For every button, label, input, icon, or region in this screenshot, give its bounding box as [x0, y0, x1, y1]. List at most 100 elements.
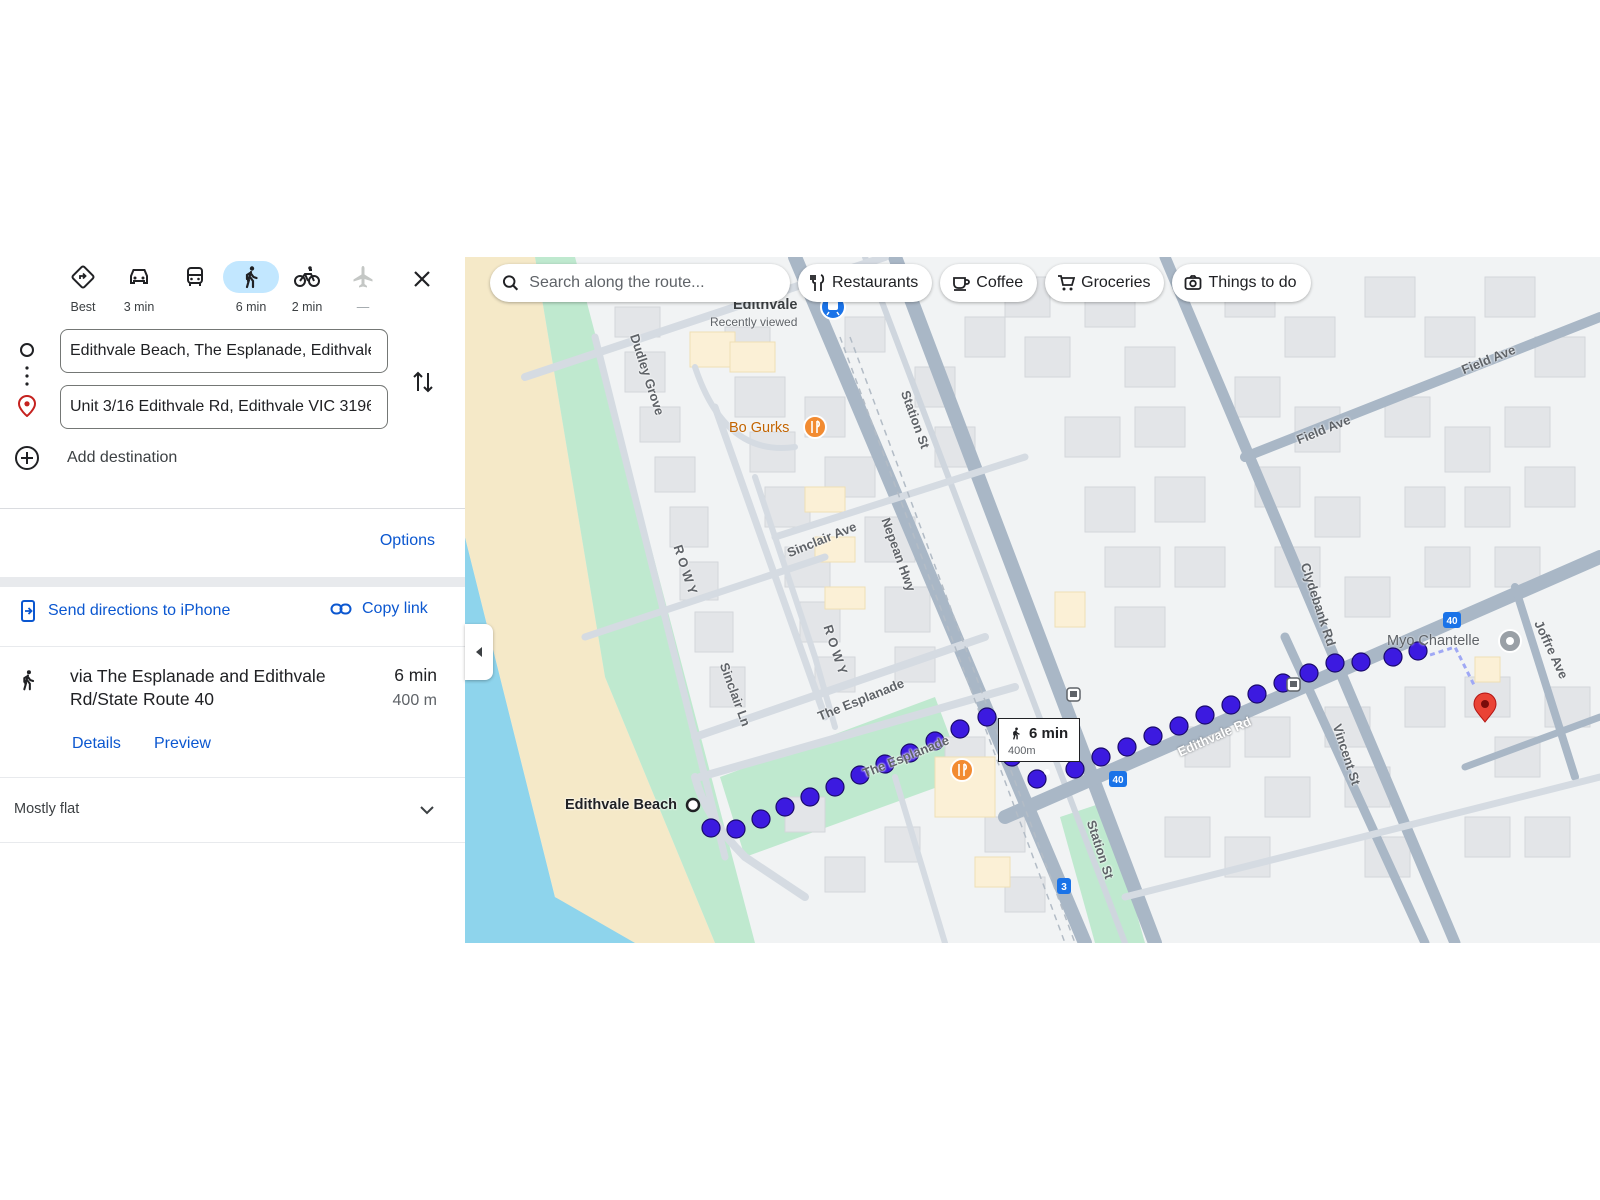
send-directions-label: Send directions to iPhone [48, 602, 231, 619]
route-dots-icon [14, 365, 40, 387]
route-shield-number: 3 [1061, 882, 1067, 893]
map-chip-bar: Restaurants Coffee Groceries Things to d… [490, 264, 1311, 304]
chip-things-to-do[interactable]: Things to do [1172, 264, 1311, 302]
copy-link-button[interactable]: Copy link [330, 600, 428, 618]
park-area [720, 697, 965, 857]
preview-button[interactable]: Preview [154, 735, 211, 753]
search-along-route-input[interactable] [527, 273, 776, 293]
send-directions-button[interactable]: Send directions to iPhone [20, 600, 230, 622]
origin-place-label[interactable]: Edithvale Beach [565, 797, 677, 813]
mode-transit[interactable] [167, 257, 223, 321]
mode-label: 2 min [291, 300, 323, 314]
link-icon [330, 603, 352, 615]
bicycle-icon [289, 261, 325, 293]
mode-label: Best [70, 300, 96, 314]
search-along-route [490, 264, 790, 302]
close-icon [414, 271, 430, 287]
swap-arrows-icon [413, 371, 433, 393]
camera-icon [1185, 275, 1202, 290]
chip-label: Things to do [1208, 274, 1297, 291]
route-dot [1221, 695, 1241, 715]
directions-panel: Best 3 min 6 min 2 min — Edithvale Beach… [0, 257, 465, 943]
mode-cycling[interactable]: 2 min [279, 257, 335, 321]
callout-time: 6 min [1029, 725, 1069, 742]
add-destination-label: Add destination [67, 449, 178, 466]
destination-pin-icon [1473, 692, 1497, 723]
add-destination-button[interactable]: Add destination [14, 444, 177, 472]
details-button[interactable]: Details [72, 735, 121, 753]
car-icon [121, 261, 157, 293]
walk-icon [223, 261, 279, 293]
mode-label: 3 min [123, 300, 155, 314]
bus-icon [177, 261, 213, 293]
route-dot [1044, 769, 1050, 775]
chip-groceries[interactable]: Groceries [1045, 264, 1165, 302]
elevation-section[interactable]: Mostly flat [0, 778, 465, 842]
mode-driving[interactable]: 3 min [111, 257, 167, 321]
search-icon [502, 275, 519, 291]
travel-mode-bar: Best 3 min 6 min 2 min — [55, 257, 391, 321]
mode-best[interactable]: Best [55, 257, 111, 321]
destination-field-container [60, 385, 388, 429]
restaurant-pin-icon [950, 758, 974, 782]
route-dot [825, 777, 845, 797]
route-dot [1325, 653, 1345, 673]
options-button[interactable]: Options [380, 532, 435, 550]
business-label[interactable]: Myo Chantelle [1387, 633, 1480, 649]
chip-coffee[interactable]: Coffee [940, 264, 1038, 302]
chip-label: Coffee [976, 274, 1024, 291]
route-dot [1117, 737, 1137, 757]
section-separator [0, 577, 465, 587]
route-dot [1299, 663, 1319, 683]
destination-input[interactable] [61, 386, 371, 428]
route-shield: 40 [1109, 771, 1127, 787]
elevation-label: Mostly flat [14, 801, 80, 817]
collapse-panel-button[interactable] [465, 624, 493, 680]
divider [0, 842, 465, 843]
route-dot [775, 797, 795, 817]
copy-link-label: Copy link [362, 600, 428, 617]
place-marker-icon [1498, 629, 1522, 653]
origin-input[interactable] [61, 330, 371, 372]
callout-distance: 400m [1008, 745, 1036, 757]
chip-restaurants[interactable]: Restaurants [798, 264, 933, 302]
origin-field-container [60, 329, 388, 373]
restaurant-icon [810, 274, 825, 291]
mode-flights[interactable]: — [335, 257, 391, 321]
airplane-icon [345, 261, 381, 293]
chip-label: Groceries [1081, 274, 1151, 291]
route-distance: 400 m [392, 692, 437, 709]
route-shield-number: 40 [1112, 775, 1124, 786]
restaurant-label[interactable]: Bo Gurks [729, 420, 789, 436]
diamond-route-icon [65, 261, 101, 293]
route-shield-number: 40 [1446, 616, 1458, 627]
route-dot [1351, 652, 1371, 672]
route-description: via The Esplanade and Edithvale Rd/State… [70, 666, 326, 709]
route-dot [1169, 716, 1189, 736]
origin-circle-icon [14, 337, 40, 363]
divider [0, 508, 465, 509]
bus-stop-icon [1286, 677, 1301, 692]
swap-directions-button[interactable] [409, 367, 437, 397]
restaurant-pin-icon [803, 415, 827, 439]
route-option[interactable]: via The Esplanade and Edithvale Rd/State… [0, 647, 465, 777]
add-circle-icon [15, 446, 39, 470]
map-canvas[interactable]: 40 40 3 Dudley Grove Station St Field Av… [465, 257, 1600, 943]
route-dot [800, 787, 820, 807]
route-duration: 6 min [394, 665, 437, 685]
chip-label: Restaurants [832, 274, 919, 291]
cart-icon [1058, 275, 1076, 291]
route-dot [950, 719, 970, 739]
route-dot [1027, 769, 1047, 789]
coffee-icon [953, 277, 971, 291]
walk-icon [1013, 727, 1020, 740]
mode-walking[interactable]: 6 min [223, 257, 279, 321]
route-dot [1383, 647, 1403, 667]
origin-marker-icon [685, 797, 701, 813]
route-callout[interactable]: 6 min 400m [998, 718, 1080, 762]
close-directions-button[interactable] [406, 263, 438, 295]
route-shield: 40 [1443, 612, 1461, 628]
route-dot [977, 707, 997, 727]
route-dot [1247, 684, 1267, 704]
route-dot [1091, 747, 1111, 767]
